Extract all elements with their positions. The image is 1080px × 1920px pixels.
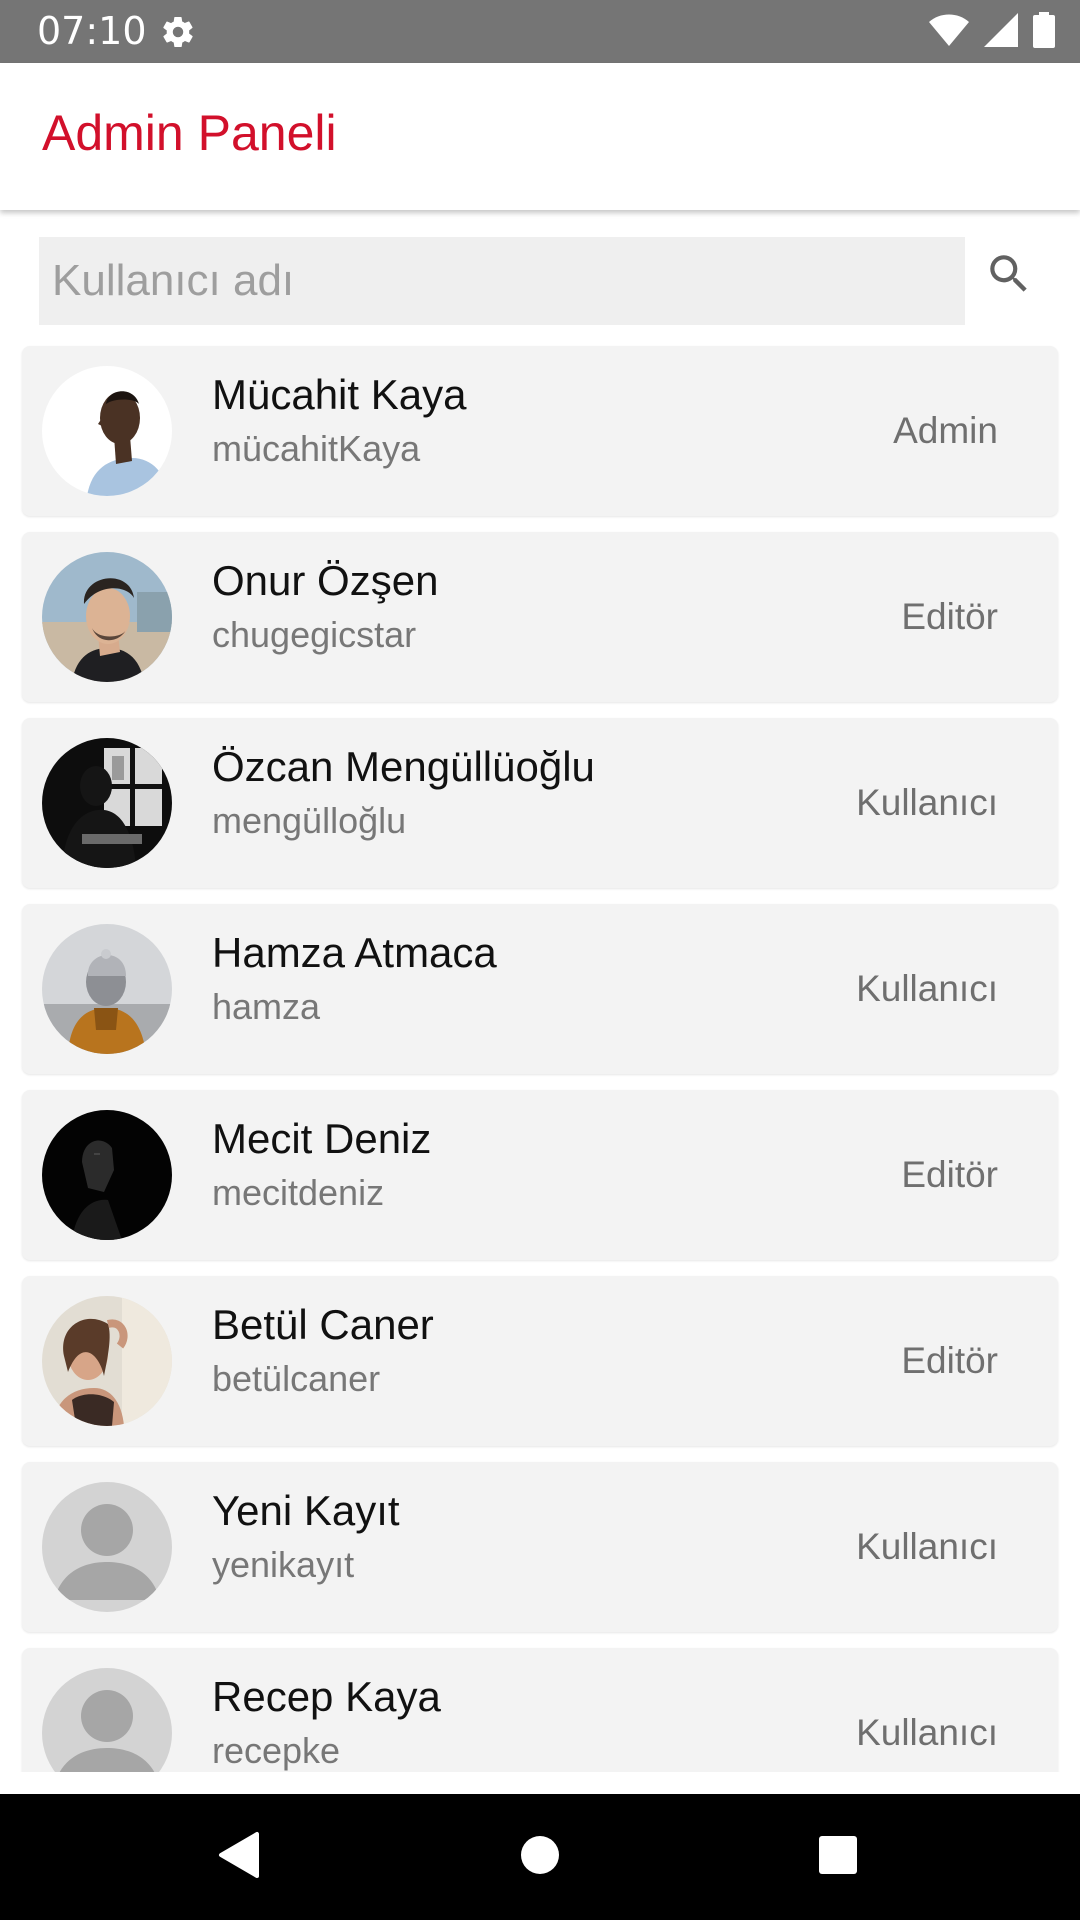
- app-bar: Admin Paneli: [0, 63, 1080, 210]
- default-avatar-icon: [42, 1482, 172, 1612]
- user-list-item[interactable]: Betül Caner betülcaner Editör: [22, 1276, 1058, 1446]
- user-username: mengülloğlu: [212, 800, 407, 841]
- search-input[interactable]: [39, 237, 965, 325]
- user-role: Editör: [901, 1154, 998, 1195]
- user-username: yenikayıt: [212, 1544, 355, 1585]
- user-list-item[interactable]: Özcan Mengüllüoğlu mengülloğlu Kullanıcı: [22, 718, 1058, 888]
- back-icon: [217, 1831, 261, 1884]
- user-username: betülcaner: [212, 1358, 381, 1399]
- user-name: Recep Kaya: [212, 1673, 441, 1720]
- recents-icon: [818, 1835, 858, 1880]
- battery-icon: [1032, 11, 1056, 53]
- default-avatar-icon: [42, 1668, 172, 1772]
- search-icon: [984, 249, 1034, 304]
- user-list-item[interactable]: Yeni Kayıt yenikayıt Kullanıcı: [22, 1462, 1058, 1632]
- avatar: [42, 552, 172, 682]
- user-name: Özcan Mengüllüoğlu: [212, 743, 595, 790]
- avatar: [42, 924, 172, 1054]
- user-name: Betül Caner: [212, 1301, 434, 1348]
- user-role: Admin: [893, 410, 998, 451]
- home-button[interactable]: [502, 1819, 578, 1895]
- user-username: hamza: [212, 986, 321, 1027]
- user-name: Hamza Atmaca: [212, 929, 497, 976]
- user-list-item[interactable]: Hamza Atmaca hamza Kullanıcı: [22, 904, 1058, 1074]
- signal-icon: [984, 12, 1018, 52]
- user-list-item[interactable]: Onur Özşen chugegicstar Editör: [22, 532, 1058, 702]
- status-bar: 07:10: [0, 0, 1080, 63]
- user-role: Kullanıcı: [856, 782, 998, 823]
- avatar: [42, 1296, 172, 1426]
- user-username: mecitdeniz: [212, 1172, 385, 1213]
- user-username: mücahitKaya: [212, 428, 421, 469]
- user-list[interactable]: Mücahit Kaya mücahitKaya Admin Onur Özşe…: [0, 340, 1080, 1772]
- back-button[interactable]: [201, 1819, 277, 1895]
- gear-icon: [160, 14, 196, 50]
- wifi-icon: [928, 13, 970, 52]
- user-list-item[interactable]: Mecit Deniz mecitdeniz Editör: [22, 1090, 1058, 1260]
- user-list-item[interactable]: Mücahit Kaya mücahitKaya Admin: [22, 346, 1058, 516]
- recents-button[interactable]: [800, 1819, 876, 1895]
- user-username: recepke: [212, 1730, 341, 1771]
- avatar: [42, 738, 172, 868]
- user-role: Kullanıcı: [856, 968, 998, 1009]
- search-button[interactable]: [978, 245, 1040, 307]
- user-name: Yeni Kayıt: [212, 1487, 400, 1534]
- status-time: 07:10: [37, 9, 147, 53]
- user-role: Editör: [901, 1340, 998, 1381]
- search-bar: [0, 210, 1080, 340]
- navigation-bar: [0, 1794, 1080, 1920]
- user-name: Mücahit Kaya: [212, 371, 467, 418]
- user-role: Kullanıcı: [856, 1712, 998, 1753]
- home-icon: [520, 1835, 560, 1880]
- user-role: Editör: [901, 596, 998, 637]
- avatar: [42, 366, 172, 496]
- user-username: chugegicstar: [212, 614, 417, 655]
- avatar: [42, 1110, 172, 1240]
- user-role: Kullanıcı: [856, 1526, 998, 1567]
- user-name: Mecit Deniz: [212, 1115, 432, 1162]
- user-list-item[interactable]: Recep Kaya recepke Kullanıcı: [22, 1648, 1058, 1772]
- page-title: Admin Paneli: [42, 105, 337, 161]
- user-name: Onur Özşen: [212, 557, 439, 604]
